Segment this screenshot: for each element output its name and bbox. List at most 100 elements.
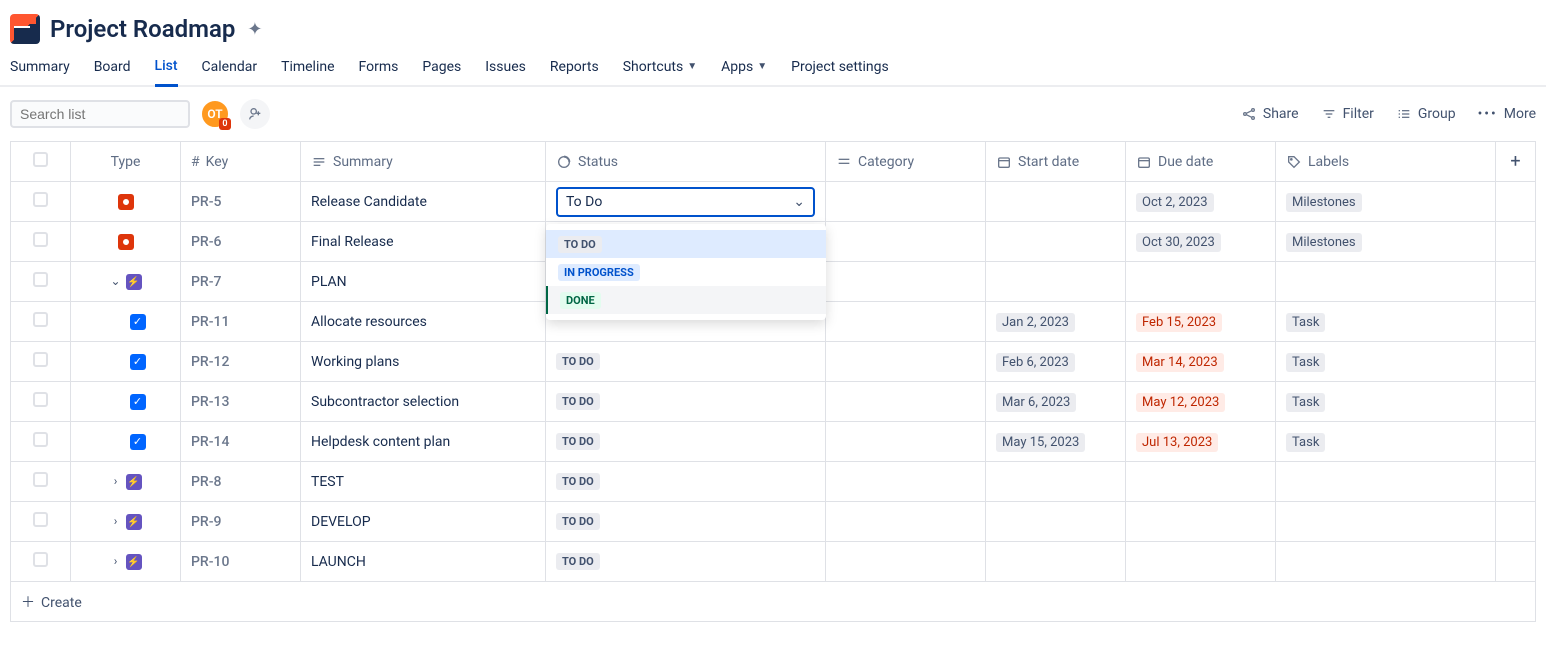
search-box[interactable] (10, 100, 190, 128)
category-cell[interactable] (826, 262, 986, 302)
issue-key[interactable]: PR-7 (191, 274, 221, 290)
share-button[interactable]: Share (1241, 106, 1299, 122)
add-user-button[interactable] (240, 99, 270, 129)
issue-summary[interactable]: Allocate resources (311, 314, 427, 330)
filter-button[interactable]: Filter (1321, 106, 1374, 122)
issue-summary[interactable]: Working plans (311, 354, 399, 370)
status-select[interactable]: To Do⌄ (556, 187, 815, 217)
row-checkbox[interactable] (33, 552, 48, 567)
tab-list[interactable]: List (155, 58, 178, 87)
row-checkbox[interactable] (33, 192, 48, 207)
row-checkbox[interactable] (33, 232, 48, 247)
category-cell[interactable] (826, 222, 986, 262)
table-row[interactable]: › PR-8 TEST TO DO (11, 462, 1536, 502)
table-row[interactable]: PR-13 Subcontractor selection TO DO Mar 6, … (11, 382, 1536, 422)
label-chip[interactable]: Task (1286, 353, 1325, 372)
due-date[interactable]: Oct 2, 2023 (1136, 193, 1214, 212)
tab-reports[interactable]: Reports (550, 58, 599, 85)
tab-board[interactable]: Board (94, 58, 131, 85)
category-cell[interactable] (826, 542, 986, 582)
tab-project-settings[interactable]: Project settings (791, 58, 889, 85)
customize-icon[interactable]: ✦ (247, 19, 262, 40)
issue-summary[interactable]: Final Release (311, 234, 394, 250)
label-chip[interactable]: Task (1286, 433, 1325, 452)
status-option-in-progress[interactable]: IN PROGRESS (546, 258, 826, 286)
table-row[interactable]: › PR-10 LAUNCH TO DO (11, 542, 1536, 582)
issue-summary[interactable]: TEST (311, 474, 344, 490)
category-cell[interactable] (826, 382, 986, 422)
issue-summary[interactable]: LAUNCH (311, 554, 366, 570)
row-checkbox[interactable] (33, 272, 48, 287)
category-cell[interactable] (826, 342, 986, 382)
start-date[interactable]: Mar 6, 2023 (996, 393, 1076, 412)
issue-key[interactable]: PR-14 (191, 434, 229, 450)
tab-calendar[interactable]: Calendar (202, 58, 258, 85)
expand-icon[interactable]: › (110, 554, 122, 568)
status-chip[interactable]: TO DO (556, 473, 600, 490)
user-avatar[interactable]: OT (200, 99, 230, 129)
issue-summary[interactable]: PLAN (311, 274, 347, 290)
category-cell[interactable] (826, 302, 986, 342)
issue-key[interactable]: PR-10 (191, 554, 229, 570)
group-button[interactable]: Group (1396, 106, 1456, 122)
status-chip[interactable]: TO DO (556, 353, 600, 370)
start-date[interactable]: Feb 6, 2023 (996, 353, 1075, 372)
issue-key[interactable]: PR-8 (191, 474, 221, 490)
due-date[interactable]: Mar 14, 2023 (1136, 353, 1224, 372)
due-date[interactable]: Feb 15, 2023 (1136, 313, 1222, 332)
tab-forms[interactable]: Forms (359, 58, 399, 85)
issue-summary[interactable]: Release Candidate (311, 194, 427, 210)
row-checkbox[interactable] (33, 352, 48, 367)
tab-shortcuts[interactable]: Shortcuts ▼ (623, 58, 697, 85)
status-chip[interactable]: TO DO (556, 433, 600, 450)
tab-summary[interactable]: Summary (10, 58, 70, 85)
category-cell[interactable] (826, 182, 986, 222)
row-checkbox[interactable] (33, 432, 48, 447)
status-option-done[interactable]: DONE (546, 286, 826, 314)
expand-icon[interactable]: › (110, 514, 122, 528)
due-date[interactable]: May 12, 2023 (1136, 393, 1225, 412)
category-cell[interactable] (826, 462, 986, 502)
search-input[interactable] (20, 106, 201, 122)
category-cell[interactable] (826, 502, 986, 542)
issue-key[interactable]: PR-9 (191, 514, 221, 530)
collapse-icon[interactable]: ⌄ (110, 274, 122, 288)
expand-icon[interactable]: › (110, 474, 122, 488)
tab-pages[interactable]: Pages (422, 58, 461, 85)
row-checkbox[interactable] (33, 312, 48, 327)
issue-key[interactable]: PR-12 (191, 354, 229, 370)
issue-key[interactable]: PR-11 (191, 314, 229, 330)
tab-issues[interactable]: Issues (485, 58, 526, 85)
more-button[interactable]: ••• More (1478, 106, 1536, 122)
status-chip[interactable]: TO DO (556, 553, 600, 570)
table-row[interactable]: ›PR-9DEVELOPTO DO (11, 502, 1536, 542)
tab-timeline[interactable]: Timeline (281, 58, 334, 85)
label-chip[interactable]: Task (1286, 313, 1325, 332)
start-date[interactable]: May 15, 2023 (996, 433, 1085, 452)
label-chip[interactable]: Milestones (1286, 193, 1362, 212)
row-checkbox[interactable] (33, 512, 48, 527)
status-chip[interactable]: TO DO (556, 513, 600, 530)
select-all-checkbox[interactable] (33, 152, 48, 167)
add-column-button[interactable]: + (1510, 151, 1520, 172)
label-chip[interactable]: Milestones (1286, 233, 1362, 252)
row-checkbox[interactable] (33, 472, 48, 487)
issue-key[interactable]: PR-5 (191, 194, 221, 210)
due-date[interactable]: Oct 30, 2023 (1136, 233, 1221, 252)
issue-summary[interactable]: Subcontractor selection (311, 394, 459, 410)
table-row[interactable]: PR-14 Helpdesk content plan TO DO May 15, 2… (11, 422, 1536, 462)
status-chip[interactable]: TO DO (556, 393, 600, 410)
issue-key[interactable]: PR-6 (191, 234, 221, 250)
table-row[interactable]: PR-5Release CandidateTo Do⌄TO DOIN PROGR… (11, 182, 1536, 222)
create-row[interactable]: ＋Create (11, 582, 1536, 622)
issue-summary[interactable]: Helpdesk content plan (311, 434, 450, 450)
table-row[interactable]: PR-12 Working plans TO DO Feb 6, 2023 Mar 14… (11, 342, 1536, 382)
category-cell[interactable] (826, 422, 986, 462)
status-option-todo[interactable]: TO DO (546, 230, 826, 258)
tab-apps[interactable]: Apps ▼ (721, 58, 767, 85)
label-chip[interactable]: Task (1286, 393, 1325, 412)
due-date[interactable]: Jul 13, 2023 (1136, 433, 1218, 452)
row-checkbox[interactable] (33, 392, 48, 407)
issue-key[interactable]: PR-13 (191, 394, 229, 410)
start-date[interactable]: Jan 2, 2023 (996, 313, 1075, 332)
